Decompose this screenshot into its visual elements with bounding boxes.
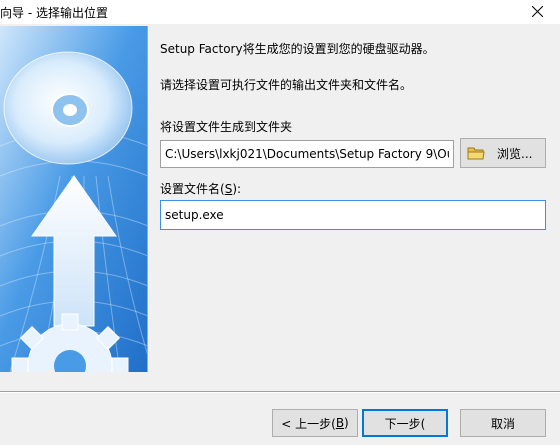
cancel-button[interactable]: 取消: [460, 409, 546, 437]
back-button[interactable]: < 上一步(B): [272, 409, 358, 437]
output-folder-input[interactable]: [160, 140, 454, 168]
window-title: 向导 - 选择输出位置: [0, 6, 108, 20]
browse-button[interactable]: 浏览...: [460, 138, 546, 168]
file-name-input[interactable]: [160, 200, 546, 230]
intro-line-2: 请选择设置可执行文件的输出文件夹和文件名。: [160, 78, 413, 92]
close-button[interactable]: [516, 0, 560, 24]
intro-line-1: Setup Factory将生成您的设置到您的硬盘驱动器。: [160, 42, 435, 56]
folder-icon: [467, 145, 485, 161]
close-icon: [532, 6, 543, 17]
next-button[interactable]: 下一步(: [362, 409, 448, 437]
browse-button-label: 浏览...: [497, 146, 533, 161]
wizard-side-image: [0, 26, 148, 372]
footer-separator: [0, 391, 560, 393]
output-folder-label: 将设置文件生成到文件夹: [160, 120, 293, 134]
file-name-label: 设置文件名(S):: [160, 182, 242, 196]
title-bar: 向导 - 选择输出位置: [0, 0, 560, 24]
